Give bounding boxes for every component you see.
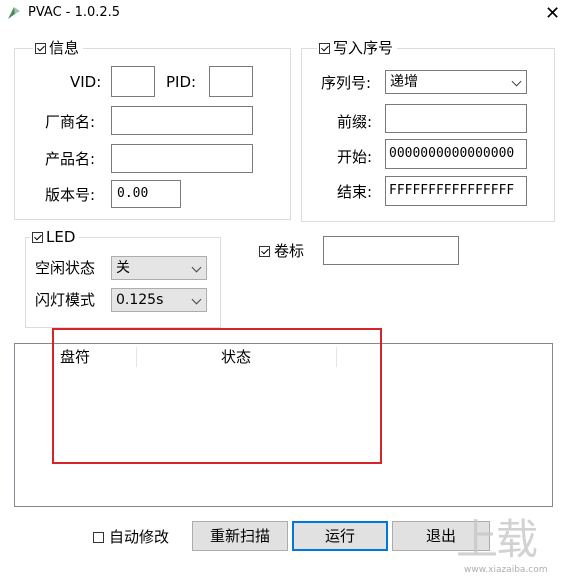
led-group-label: LED	[46, 228, 76, 246]
volume-label: 卷标	[274, 242, 305, 260]
idle-state-value: 关	[116, 260, 130, 276]
watermark-url: www.xiazaiba.com	[464, 565, 548, 575]
product-label: 产品名:	[45, 150, 96, 168]
vid-label: VID:	[70, 73, 102, 91]
serial-mode-select[interactable]: 递增	[385, 70, 527, 94]
prefix-label: 前缀:	[337, 113, 373, 131]
watermark-text: 上载	[456, 515, 538, 564]
auto-fix-toggle[interactable]: 自动修改	[93, 527, 169, 547]
volume-field[interactable]	[323, 236, 459, 265]
rescan-button[interactable]: 重新扫描	[192, 521, 288, 551]
product-field[interactable]	[111, 144, 253, 173]
end-field[interactable]: FFFFFFFFFFFFFFFF	[385, 176, 527, 206]
start-label: 开始:	[337, 148, 373, 166]
close-button[interactable]: ✕	[535, 0, 570, 28]
volume-label-toggle: 卷标	[259, 241, 304, 261]
vendor-label: 厂商名:	[45, 113, 96, 131]
vendor-field[interactable]	[111, 106, 253, 135]
led-group: LED	[25, 227, 221, 328]
prefix-field[interactable]	[385, 104, 527, 133]
led-group-title: LED	[30, 227, 80, 247]
pid-label: PID:	[166, 73, 197, 91]
info-group-label: 信息	[49, 39, 80, 57]
chevron-down-icon	[191, 294, 202, 305]
serial-mode-label: 序列号:	[321, 74, 372, 92]
vid-field[interactable]	[111, 66, 155, 97]
end-label: 结束:	[337, 183, 373, 201]
blink-mode-select[interactable]: 0.125s	[111, 288, 207, 312]
volume-checkbox[interactable]	[259, 245, 270, 257]
title-bar: PVAC - 1.0.2.5 ✕	[0, 0, 570, 28]
version-field[interactable]: 0.00	[111, 180, 181, 208]
version-label: 版本号:	[45, 186, 96, 204]
highlight-box	[52, 328, 382, 464]
auto-fix-checkbox[interactable]	[93, 531, 104, 543]
chevron-down-icon	[511, 76, 522, 87]
serial-mode-value: 递增	[390, 74, 418, 90]
window-title: PVAC - 1.0.2.5	[28, 5, 121, 20]
blink-mode-label: 闪灯模式	[35, 291, 96, 309]
blink-mode-value: 0.125s	[116, 292, 164, 308]
idle-state-select[interactable]: 关	[111, 256, 207, 280]
chevron-down-icon	[191, 262, 202, 273]
idle-state-label: 空闲状态	[35, 259, 96, 277]
pid-field[interactable]	[209, 66, 253, 97]
app-icon	[8, 7, 20, 19]
auto-fix-label: 自动修改	[109, 528, 170, 546]
run-button[interactable]: 运行	[292, 521, 388, 551]
serial-checkbox[interactable]	[319, 42, 330, 54]
start-field[interactable]: 0000000000000000	[385, 139, 527, 169]
info-checkbox[interactable]	[35, 42, 46, 54]
led-checkbox[interactable]	[32, 231, 43, 243]
serial-group-title: 写入序号	[317, 38, 398, 58]
watermark-logo: 上载 www.xiazaiba.com	[456, 515, 568, 575]
serial-group-label: 写入序号	[333, 39, 394, 57]
info-group-title: 信息	[33, 38, 84, 58]
